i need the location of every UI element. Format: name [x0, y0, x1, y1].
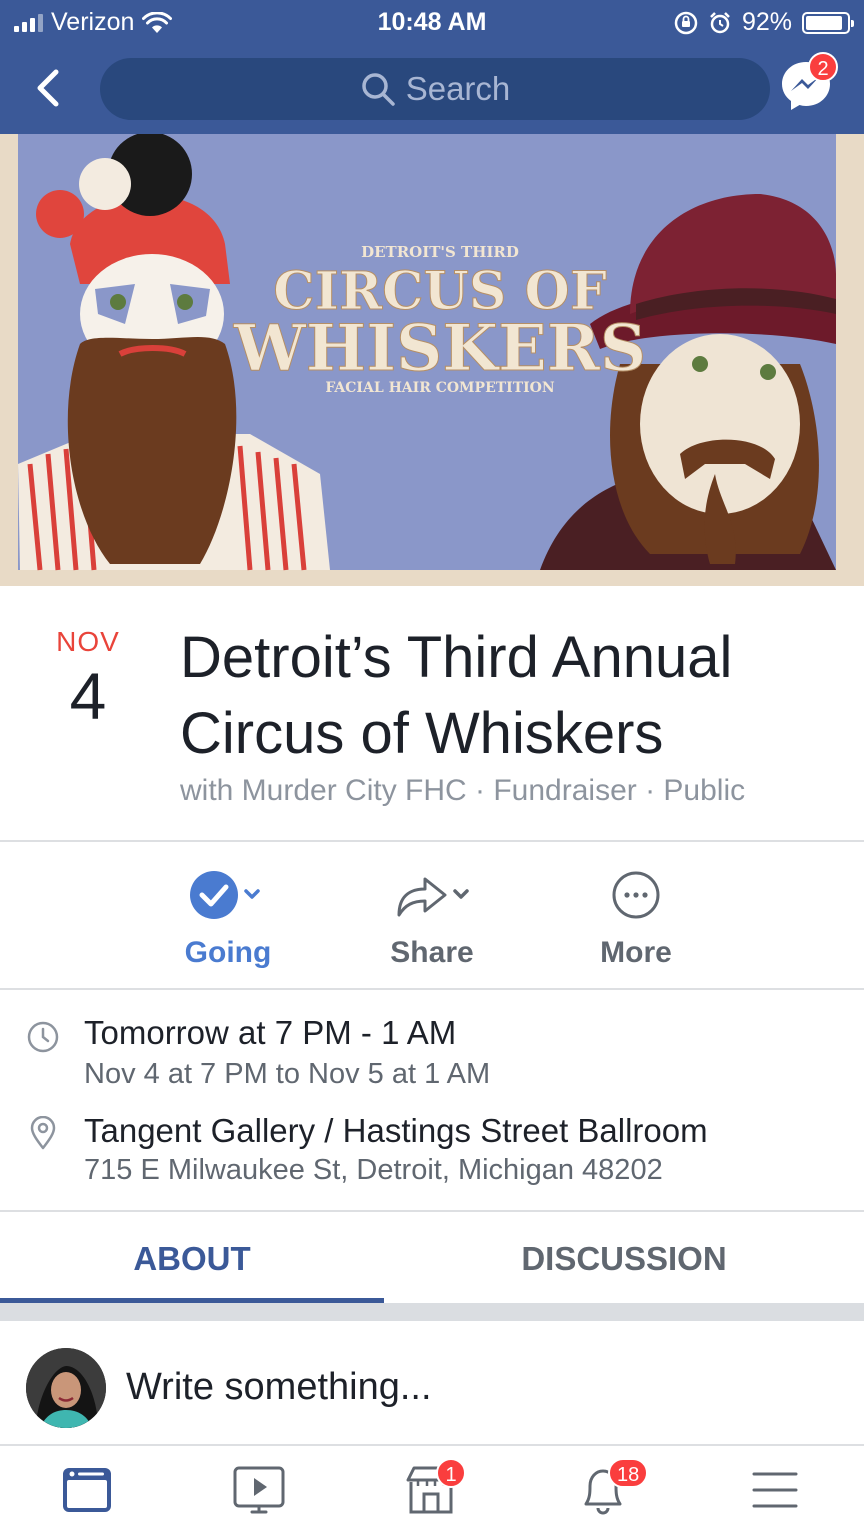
- more-button[interactable]: More: [546, 866, 726, 970]
- tab-about[interactable]: ABOUT: [0, 1213, 384, 1303]
- divider: [0, 840, 864, 842]
- event-month: NOV: [56, 626, 120, 657]
- event-time: Tomorrow at 7 PM - 1 AM: [84, 1014, 457, 1051]
- event-title: Detroit’s Third Annual Circus of Whisker…: [180, 620, 840, 772]
- share-button[interactable]: Share: [342, 866, 522, 970]
- clock-icon: [27, 1021, 59, 1053]
- search-placeholder: Search: [405, 70, 511, 107]
- share-label: Share: [390, 936, 474, 969]
- nav-watch[interactable]: [230, 1464, 290, 1522]
- event-title-line1: Detroit’s Third Annual: [180, 625, 733, 690]
- divider: [0, 988, 864, 990]
- marketplace-badge: 1: [436, 1458, 466, 1488]
- write-something-input[interactable]: Write something...: [126, 1366, 432, 1409]
- cover-illustration: DETROIT'S THIRD CIRCUS OF WHISKERS FACIA…: [0, 134, 864, 586]
- chevron-down-icon: [453, 889, 469, 899]
- location-pin-icon: [30, 1116, 56, 1150]
- cover-line3: WHISKERS: [233, 311, 646, 386]
- nav-menu[interactable]: [746, 1464, 806, 1522]
- hamburger-menu-icon: [752, 1472, 798, 1508]
- chevron-down-icon: [244, 889, 260, 899]
- event-cover-image[interactable]: DETROIT'S THIRD CIRCUS OF WHISKERS FACIA…: [0, 134, 864, 586]
- event-address: 715 E Milwaukee St, Detroit, Michigan 48…: [84, 1154, 663, 1186]
- event-time-row[interactable]: Tomorrow at 7 PM - 1 AM Nov 4 at 7 PM to…: [0, 1010, 864, 1100]
- messenger-badge: 2: [808, 52, 838, 82]
- nav-news-feed[interactable]: [58, 1464, 118, 1522]
- check-circle-icon: [190, 871, 260, 919]
- notifications-badge: 18: [608, 1458, 649, 1488]
- more-label: More: [600, 936, 672, 969]
- event-subtitle[interactable]: with Murder City FHC · Fundraiser · Publ…: [180, 774, 745, 808]
- cover-line4: FACIAL HAIR COMPETITION: [325, 380, 555, 396]
- rotation-lock-icon: [674, 11, 698, 34]
- search-icon: [361, 73, 395, 106]
- news-feed-icon: [63, 1468, 111, 1512]
- messenger-button[interactable]: 2: [778, 52, 838, 114]
- bottom-nav: 1 18: [0, 1444, 864, 1536]
- section-separator: [0, 1303, 864, 1321]
- alarm-icon: [710, 11, 730, 33]
- event-time-detail: Nov 4 at 7 PM to Nov 5 at 1 AM: [84, 1058, 491, 1090]
- cover-line1: DETROIT'S THIRD: [361, 243, 519, 261]
- going-label: Going: [184, 936, 272, 969]
- nav-marketplace[interactable]: 1: [402, 1458, 466, 1522]
- divider: [0, 1210, 864, 1212]
- tab-discussion[interactable]: DISCUSSION: [384, 1213, 864, 1303]
- event-day: 4: [69, 659, 107, 733]
- going-button[interactable]: Going: [138, 866, 318, 970]
- profile-photo: [26, 1348, 106, 1428]
- event-tabs: ABOUT DISCUSSION: [0, 1213, 864, 1303]
- top-bar: Verizon 10:48 AM 92% Search 2: [0, 0, 864, 134]
- avatar[interactable]: [26, 1348, 106, 1428]
- event-date: NOV 4: [52, 626, 124, 733]
- event-title-line2: Circus of Whiskers: [180, 701, 664, 766]
- event-location: Tangent Gallery / Hastings Street Ballro…: [84, 1112, 708, 1149]
- battery-percent: 92%: [741, 8, 792, 36]
- event-location-row[interactable]: Tangent Gallery / Hastings Street Ballro…: [0, 1108, 864, 1198]
- battery-icon: [802, 11, 854, 34]
- back-chevron-icon[interactable]: [30, 66, 70, 110]
- status-bar: Verizon 10:48 AM 92%: [0, 0, 864, 46]
- share-arrow-icon: [397, 877, 469, 917]
- nav-notifications[interactable]: 18: [574, 1458, 649, 1522]
- search-input[interactable]: Search: [100, 58, 770, 120]
- watch-video-icon: [233, 1466, 285, 1514]
- more-dots-icon: [612, 871, 660, 919]
